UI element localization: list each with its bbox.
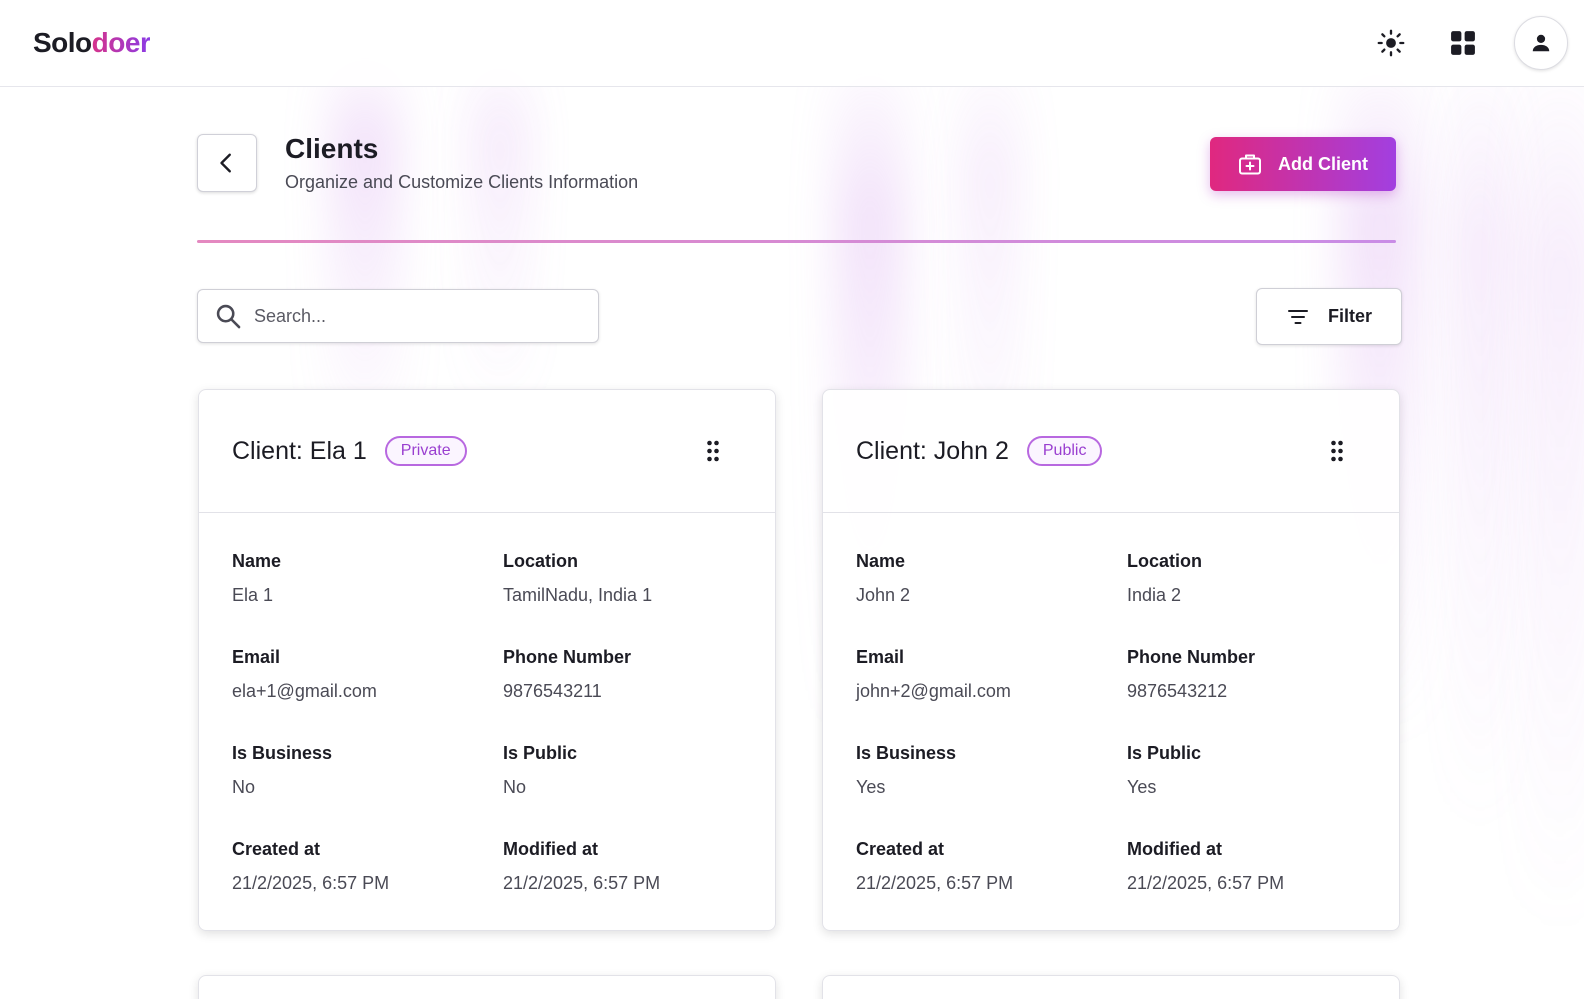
field-is-business: Is Business Yes	[856, 741, 1127, 837]
field-label: Phone Number	[503, 647, 632, 667]
field-created: Created at 21/2/2025, 6:57 PM	[856, 837, 1127, 933]
top-actions	[1370, 16, 1568, 70]
grid-icon	[1451, 31, 1475, 55]
apps-button[interactable]	[1442, 22, 1484, 64]
user-icon	[1532, 34, 1550, 52]
search-input[interactable]	[254, 305, 574, 327]
brand-logo[interactable]: Solodoer	[33, 27, 151, 59]
filter-icon	[1287, 309, 1308, 324]
field-value: Yes	[1127, 777, 1157, 797]
chevron-left-icon	[220, 153, 231, 173]
field-modified: Modified at 21/2/2025, 6:57 PM	[503, 837, 753, 933]
card-header: Client: Ela 1 Private	[199, 390, 775, 513]
field-value: john+2@gmail.com	[856, 681, 1011, 701]
back-button[interactable]	[197, 134, 257, 192]
briefcase-plus-icon	[1239, 154, 1261, 175]
client-card[interactable]: Client: Ela 1 Private Name Ela 1 Locatio…	[198, 389, 776, 931]
card-fields: Name Ela 1 Location TamilNadu, India 1 E…	[199, 513, 775, 933]
field-name: Name Ela 1	[232, 549, 503, 645]
brand-logo-part2: doer	[91, 27, 151, 58]
client-card-partial[interactable]	[822, 975, 1400, 999]
field-value: 21/2/2025, 6:57 PM	[503, 873, 661, 893]
field-is-public: Is Public No	[503, 741, 753, 837]
drag-dots-icon	[1331, 440, 1343, 462]
field-value: No	[232, 777, 256, 797]
field-label: Created at	[232, 839, 321, 859]
field-value: No	[503, 777, 527, 797]
field-label: Email	[232, 647, 281, 667]
page-subtitle: Organize and Customize Clients Informati…	[285, 172, 639, 192]
field-is-business: Is Business No	[232, 741, 503, 837]
brand-logo-part1: Solo	[33, 27, 92, 58]
field-value: Yes	[856, 777, 886, 797]
add-client-label: Add Client	[1278, 153, 1368, 174]
page-title: Clients	[285, 133, 379, 164]
field-label: Is Public	[503, 743, 578, 763]
field-value: 9876543211	[503, 681, 602, 701]
field-value: Ela 1	[232, 585, 274, 605]
field-label: Phone Number	[1127, 647, 1256, 667]
field-value: 21/2/2025, 6:57 PM	[1127, 873, 1285, 893]
card-menu-button[interactable]	[701, 439, 725, 463]
field-label: Name	[856, 551, 906, 571]
client-card[interactable]: Client: John 2 Public Name John 2 Locati…	[822, 389, 1400, 931]
card-title: Client: Ela 1	[232, 436, 367, 465]
field-label: Created at	[856, 839, 945, 859]
field-created: Created at 21/2/2025, 6:57 PM	[232, 837, 503, 933]
field-value: TamilNadu, India 1	[503, 585, 653, 605]
field-value: India 2	[1127, 585, 1182, 605]
field-value: John 2	[856, 585, 911, 605]
field-location: Location India 2	[1127, 549, 1377, 645]
card-fields: Name John 2 Location India 2 Email john+…	[823, 513, 1399, 933]
sun-icon	[1377, 29, 1405, 57]
filter-button[interactable]: Filter	[1256, 288, 1402, 345]
field-phone: Phone Number 9876543212	[1127, 645, 1377, 741]
field-label: Location	[503, 551, 578, 571]
field-name: Name John 2	[856, 549, 1127, 645]
field-email: Email john+2@gmail.com	[856, 645, 1127, 741]
client-card-partial[interactable]	[198, 975, 776, 999]
field-value: 9876543212	[1127, 681, 1228, 701]
top-bar: Solodoer	[0, 0, 1584, 87]
field-label: Email	[856, 647, 905, 667]
field-modified: Modified at 21/2/2025, 6:57 PM	[1127, 837, 1377, 933]
theme-toggle-button[interactable]	[1370, 22, 1412, 64]
field-label: Is Business	[856, 743, 957, 763]
field-email: Email ela+1@gmail.com	[232, 645, 503, 741]
field-label: Name	[232, 551, 282, 571]
card-menu-button[interactable]	[1325, 439, 1349, 463]
field-is-public: Is Public Yes	[1127, 741, 1377, 837]
drag-dots-icon	[707, 440, 719, 462]
field-label: Is Public	[1127, 743, 1202, 763]
search-box[interactable]	[197, 289, 599, 343]
add-client-button[interactable]: Add Client	[1210, 137, 1396, 191]
search-icon	[216, 304, 241, 329]
card-title: Client: John 2	[856, 436, 1009, 465]
field-label: Modified at	[503, 839, 598, 859]
visibility-badge: Public	[1026, 436, 1103, 466]
field-value: ela+1@gmail.com	[232, 681, 377, 701]
field-label: Location	[1127, 551, 1202, 571]
field-value: 21/2/2025, 6:57 PM	[232, 873, 390, 893]
field-label: Modified at	[1127, 839, 1222, 859]
field-phone: Phone Number 9876543211	[503, 645, 753, 741]
visibility-badge: Private	[384, 436, 467, 466]
filter-label: Filter	[1327, 306, 1372, 326]
field-location: Location TamilNadu, India 1	[503, 549, 753, 645]
card-header: Client: John 2 Public	[823, 390, 1399, 513]
field-value: 21/2/2025, 6:57 PM	[856, 873, 1014, 893]
profile-button[interactable]	[1514, 16, 1568, 70]
header-divider	[197, 240, 1396, 243]
field-label: Is Business	[232, 743, 333, 763]
